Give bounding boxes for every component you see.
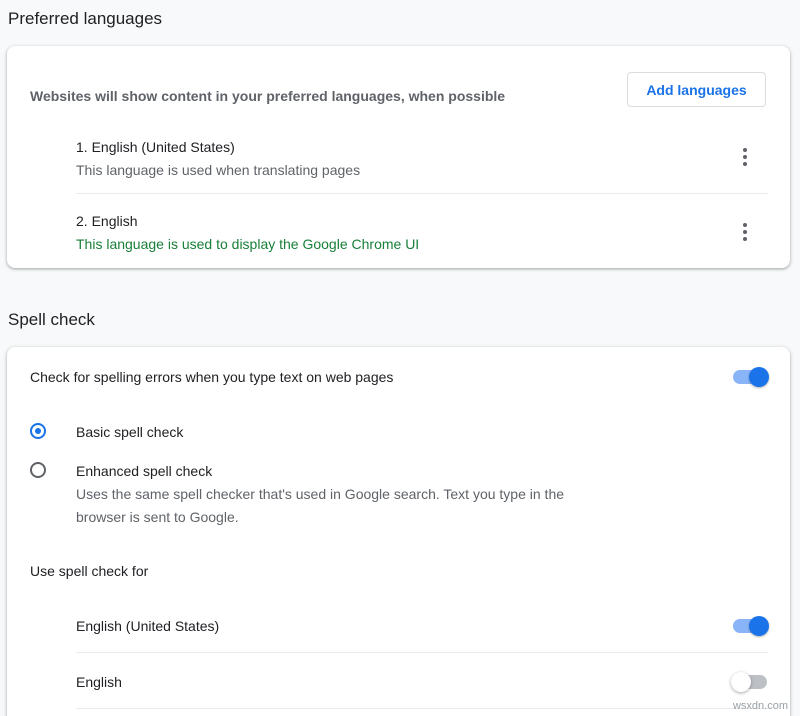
enhanced-spell-check-label: Enhanced spell check: [76, 463, 213, 479]
spell-language-english-toggle[interactable]: [731, 672, 767, 692]
preferred-languages-heading: Preferred languages: [8, 9, 163, 28]
language-subtext: This language is used when translating p…: [76, 162, 361, 178]
basic-spell-check-label: Basic spell check: [76, 424, 184, 440]
spell-language-english-us-label: English (United States): [76, 618, 220, 634]
preferred-languages-card: Websites will show content in your prefe…: [7, 46, 790, 268]
language-subtext: This language is used to display the Goo…: [76, 236, 420, 252]
divider: [76, 652, 768, 653]
divider: [76, 193, 768, 194]
enhanced-spell-check-description: browser is sent to Google.: [76, 509, 239, 525]
more-actions-icon[interactable]: [737, 222, 753, 242]
divider: [76, 708, 768, 709]
language-name: 1. English (United States): [76, 139, 235, 155]
watermark: wsxdn.com: [732, 700, 788, 712]
language-item-english: 2. English This language is used to disp…: [76, 213, 768, 273]
preferred-languages-description: Websites will show content in your prefe…: [30, 88, 506, 104]
language-item-english-us: 1. English (United States) This language…: [76, 139, 768, 199]
enhanced-spell-check-description: Uses the same spell checker that's used …: [76, 486, 565, 502]
spell-check-card: Check for spelling errors when you type …: [7, 347, 790, 716]
use-spell-check-for-label: Use spell check for: [30, 563, 149, 579]
more-actions-icon[interactable]: [737, 147, 753, 167]
spell-check-heading: Spell check: [8, 310, 95, 329]
enhanced-spell-check-radio[interactable]: [30, 462, 46, 478]
settings-page: Preferred languages Websites will show c…: [0, 0, 800, 716]
spell-language-english-us-toggle[interactable]: [733, 616, 769, 636]
spell-check-toggle-label: Check for spelling errors when you type …: [30, 369, 394, 385]
basic-spell-check-radio[interactable]: [30, 423, 46, 439]
spell-check-toggle[interactable]: [733, 367, 769, 387]
add-languages-button[interactable]: Add languages: [627, 72, 766, 107]
language-name: 2. English: [76, 213, 138, 229]
spell-language-english-label: English: [76, 674, 122, 690]
